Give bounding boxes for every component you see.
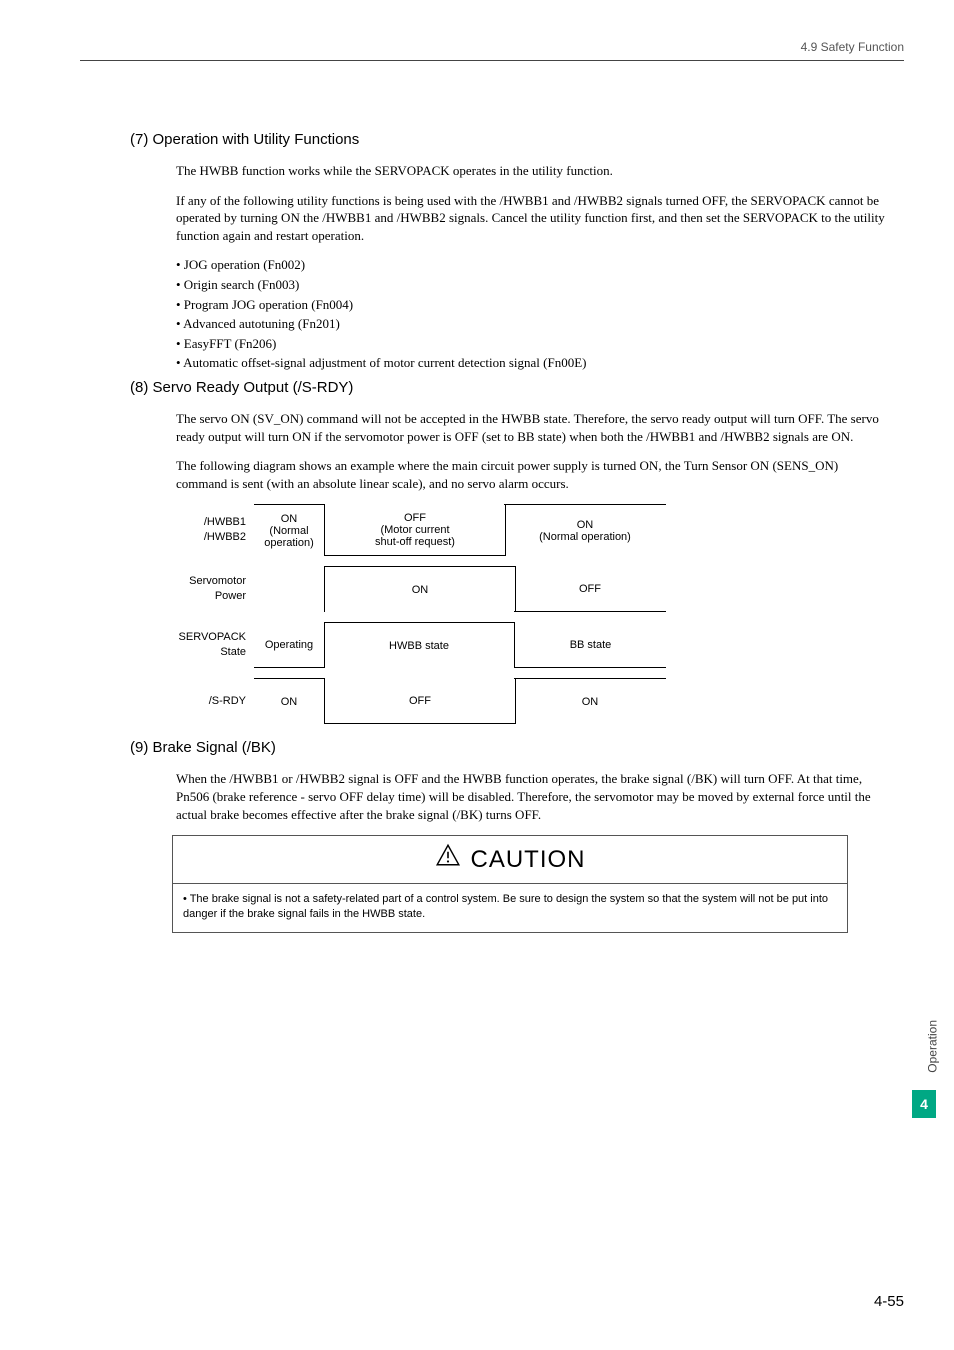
section-7-bullet: • Automatic offset-signal adjustment of … <box>176 354 890 372</box>
diagram-seg <box>254 566 325 612</box>
section-8-title: (8) Servo Ready Output (/S-RDY) <box>130 378 890 398</box>
diagram-seg: ON <box>324 566 516 612</box>
caution-heading: CAUTION <box>173 836 847 884</box>
diagram-seg: BB state <box>514 622 666 668</box>
section-8-p2: The following diagram shows an example w… <box>176 457 890 492</box>
diagram-seg: ON (Normal operation) <box>254 504 325 556</box>
header-breadcrumb: 4.9 Safety Function <box>80 40 904 61</box>
caution-body: • The brake signal is not a safety-relat… <box>173 884 847 932</box>
diagram-seg: OFF (Motor current shut-off request) <box>324 504 506 556</box>
diagram-seg: ON (Normal operation) <box>504 504 666 556</box>
section-7-bullet: • EasyFFT (Fn206) <box>176 335 890 353</box>
diagram-seg: ON <box>514 678 666 724</box>
caution-heading-text: CAUTION <box>471 844 586 876</box>
section-7-bullet: • Advanced autotuning (Fn201) <box>176 315 890 333</box>
page-content: (7) Operation with Utility Functions The… <box>130 130 890 933</box>
diagram-row-label: SERVOPACK State <box>146 622 254 668</box>
diagram-row-hwbb: /HWBB1 /HWBB2 ON (Normal operation) OFF … <box>146 504 666 556</box>
diagram-row-label: Servomotor Power <box>146 566 254 612</box>
side-tab-number: 4 <box>912 1090 936 1118</box>
section-7-p1: The HWBB function works while the SERVOP… <box>176 162 890 180</box>
timing-diagram: /HWBB1 /HWBB2 ON (Normal operation) OFF … <box>146 504 666 724</box>
diagram-seg: OFF <box>324 678 516 724</box>
page-number: 4-55 <box>874 1293 904 1310</box>
section-9-title: (9) Brake Signal (/BK) <box>130 738 890 758</box>
diagram-row-srdy: /S-RDY ON OFF ON <box>146 678 666 724</box>
side-tab-label: Operation <box>926 1020 940 1073</box>
diagram-seg: ON <box>254 678 324 724</box>
section-7-bullet: • Origin search (Fn003) <box>176 276 890 294</box>
section-7-p2: If any of the following utility function… <box>176 192 890 245</box>
caution-box: CAUTION • The brake signal is not a safe… <box>172 835 848 933</box>
section-9-p1: When the /HWBB1 or /HWBB2 signal is OFF … <box>176 770 890 823</box>
warning-icon <box>435 842 461 877</box>
section-7-title: (7) Operation with Utility Functions <box>130 130 890 150</box>
diagram-seg: HWBB state <box>324 622 515 668</box>
diagram-row-label: /HWBB1 /HWBB2 <box>146 504 254 556</box>
section-7-bullet: • Program JOG operation (Fn004) <box>176 296 890 314</box>
diagram-row-state: SERVOPACK State Operating HWBB state BB … <box>146 622 666 668</box>
diagram-row-power: Servomotor Power ON OFF <box>146 566 666 612</box>
diagram-seg: OFF <box>514 566 666 612</box>
section-7-bullet: • JOG operation (Fn002) <box>176 256 890 274</box>
section-8-p1: The servo ON (SV_ON) command will not be… <box>176 410 890 445</box>
diagram-row-label: /S-RDY <box>146 678 254 724</box>
diagram-seg: Operating <box>254 622 325 668</box>
